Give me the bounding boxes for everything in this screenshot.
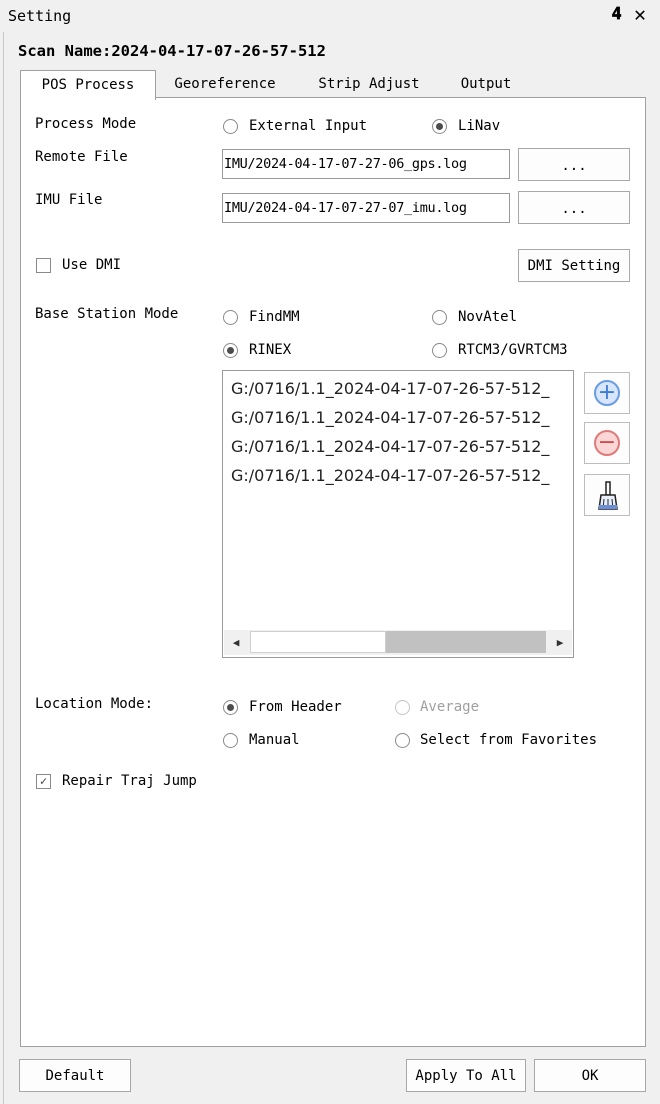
- radio-manual-label[interactable]: Manual: [249, 732, 300, 748]
- radio-from-header[interactable]: [223, 700, 238, 715]
- remote-file-label: Remote File: [35, 149, 128, 165]
- broom-icon: [598, 481, 618, 510]
- remote-file-browse-button[interactable]: ...: [518, 148, 630, 181]
- tab-output[interactable]: Output: [446, 70, 526, 98]
- repair-traj-checkbox[interactable]: ✓: [36, 774, 51, 789]
- radio-from-header-label[interactable]: From Header: [249, 699, 342, 715]
- imu-file-label: IMU File: [35, 192, 103, 208]
- scan-name: Scan Name:2024-04-17-07-26-57-512: [18, 42, 326, 60]
- radio-external-input[interactable]: [223, 119, 238, 134]
- list-item[interactable]: G:/0716/1.1_2024-04-17-07-26-57-512_: [231, 408, 549, 427]
- radio-average-label: Average: [420, 699, 480, 715]
- radio-novatel-label[interactable]: NovAtel: [458, 309, 517, 325]
- add-file-button[interactable]: +: [584, 372, 630, 414]
- pin-icon[interactable]: 𝟒: [612, 4, 621, 24]
- plus-circle-icon: +: [594, 380, 620, 406]
- remote-file-input[interactable]: IMU/2024-04-17-07-27-06_gps.log: [222, 149, 510, 179]
- list-item[interactable]: G:/0716/1.1_2024-04-17-07-26-57-512_: [231, 379, 549, 398]
- default-button[interactable]: Default: [19, 1059, 131, 1092]
- scroll-left-arrow-icon[interactable]: ◀: [224, 630, 248, 655]
- dmi-setting-button[interactable]: DMI Setting: [518, 249, 630, 282]
- title-bar: Setting 𝟒 ✕: [0, 0, 660, 32]
- tab-strip-adjust[interactable]: Strip Adjust: [305, 70, 433, 98]
- repair-traj-label[interactable]: Repair Traj Jump: [62, 773, 197, 789]
- window-title: Setting: [8, 7, 72, 25]
- radio-rinex-label[interactable]: RINEX: [249, 342, 291, 358]
- scroll-right-arrow-icon[interactable]: ▶: [548, 630, 572, 655]
- radio-findmm-label[interactable]: FindMM: [249, 309, 300, 325]
- use-dmi-checkbox[interactable]: [36, 258, 51, 273]
- apply-to-all-button[interactable]: Apply To All: [406, 1059, 526, 1092]
- remove-file-button[interactable]: −: [584, 422, 630, 464]
- tab-pos-process[interactable]: POS Process: [20, 70, 156, 100]
- radio-select-favorites-label[interactable]: Select from Favorites: [420, 732, 597, 748]
- radio-external-input-label[interactable]: External Input: [249, 118, 367, 134]
- tab-georeference[interactable]: Georeference: [160, 70, 290, 98]
- imu-file-input[interactable]: IMU/2024-04-17-07-27-07_imu.log: [222, 193, 510, 223]
- base-station-mode-label: Base Station Mode: [35, 306, 179, 322]
- radio-rtcm3[interactable]: [432, 343, 447, 358]
- radio-rtcm3-label[interactable]: RTCM3/GVRTCM3: [458, 342, 568, 358]
- radio-rinex[interactable]: [223, 343, 238, 358]
- radio-linav-label[interactable]: LiNav: [458, 118, 500, 134]
- radio-linav[interactable]: [432, 119, 447, 134]
- horizontal-scrollbar[interactable]: ◀ ▶: [224, 630, 572, 655]
- location-mode-label: Location Mode:: [35, 696, 154, 712]
- ok-button[interactable]: OK: [534, 1059, 646, 1092]
- clear-files-button[interactable]: [584, 474, 630, 516]
- radio-average: [395, 700, 410, 715]
- base-station-file-list[interactable]: G:/0716/1.1_2024-04-17-07-26-57-512_ G:/…: [222, 370, 574, 658]
- process-mode-label: Process Mode: [35, 116, 137, 132]
- radio-manual[interactable]: [223, 733, 238, 748]
- scrollbar-track[interactable]: [250, 631, 386, 653]
- list-item[interactable]: G:/0716/1.1_2024-04-17-07-26-57-512_: [231, 466, 549, 485]
- radio-findmm[interactable]: [223, 310, 238, 325]
- minus-circle-icon: −: [594, 430, 620, 456]
- use-dmi-label[interactable]: Use DMI: [62, 257, 121, 273]
- window-border: [3, 32, 4, 1104]
- close-icon[interactable]: ✕: [634, 2, 646, 26]
- list-item[interactable]: G:/0716/1.1_2024-04-17-07-26-57-512_: [231, 437, 549, 456]
- radio-select-favorites[interactable]: [395, 733, 410, 748]
- radio-novatel[interactable]: [432, 310, 447, 325]
- imu-file-browse-button[interactable]: ...: [518, 191, 630, 224]
- scrollbar-thumb[interactable]: [386, 631, 546, 653]
